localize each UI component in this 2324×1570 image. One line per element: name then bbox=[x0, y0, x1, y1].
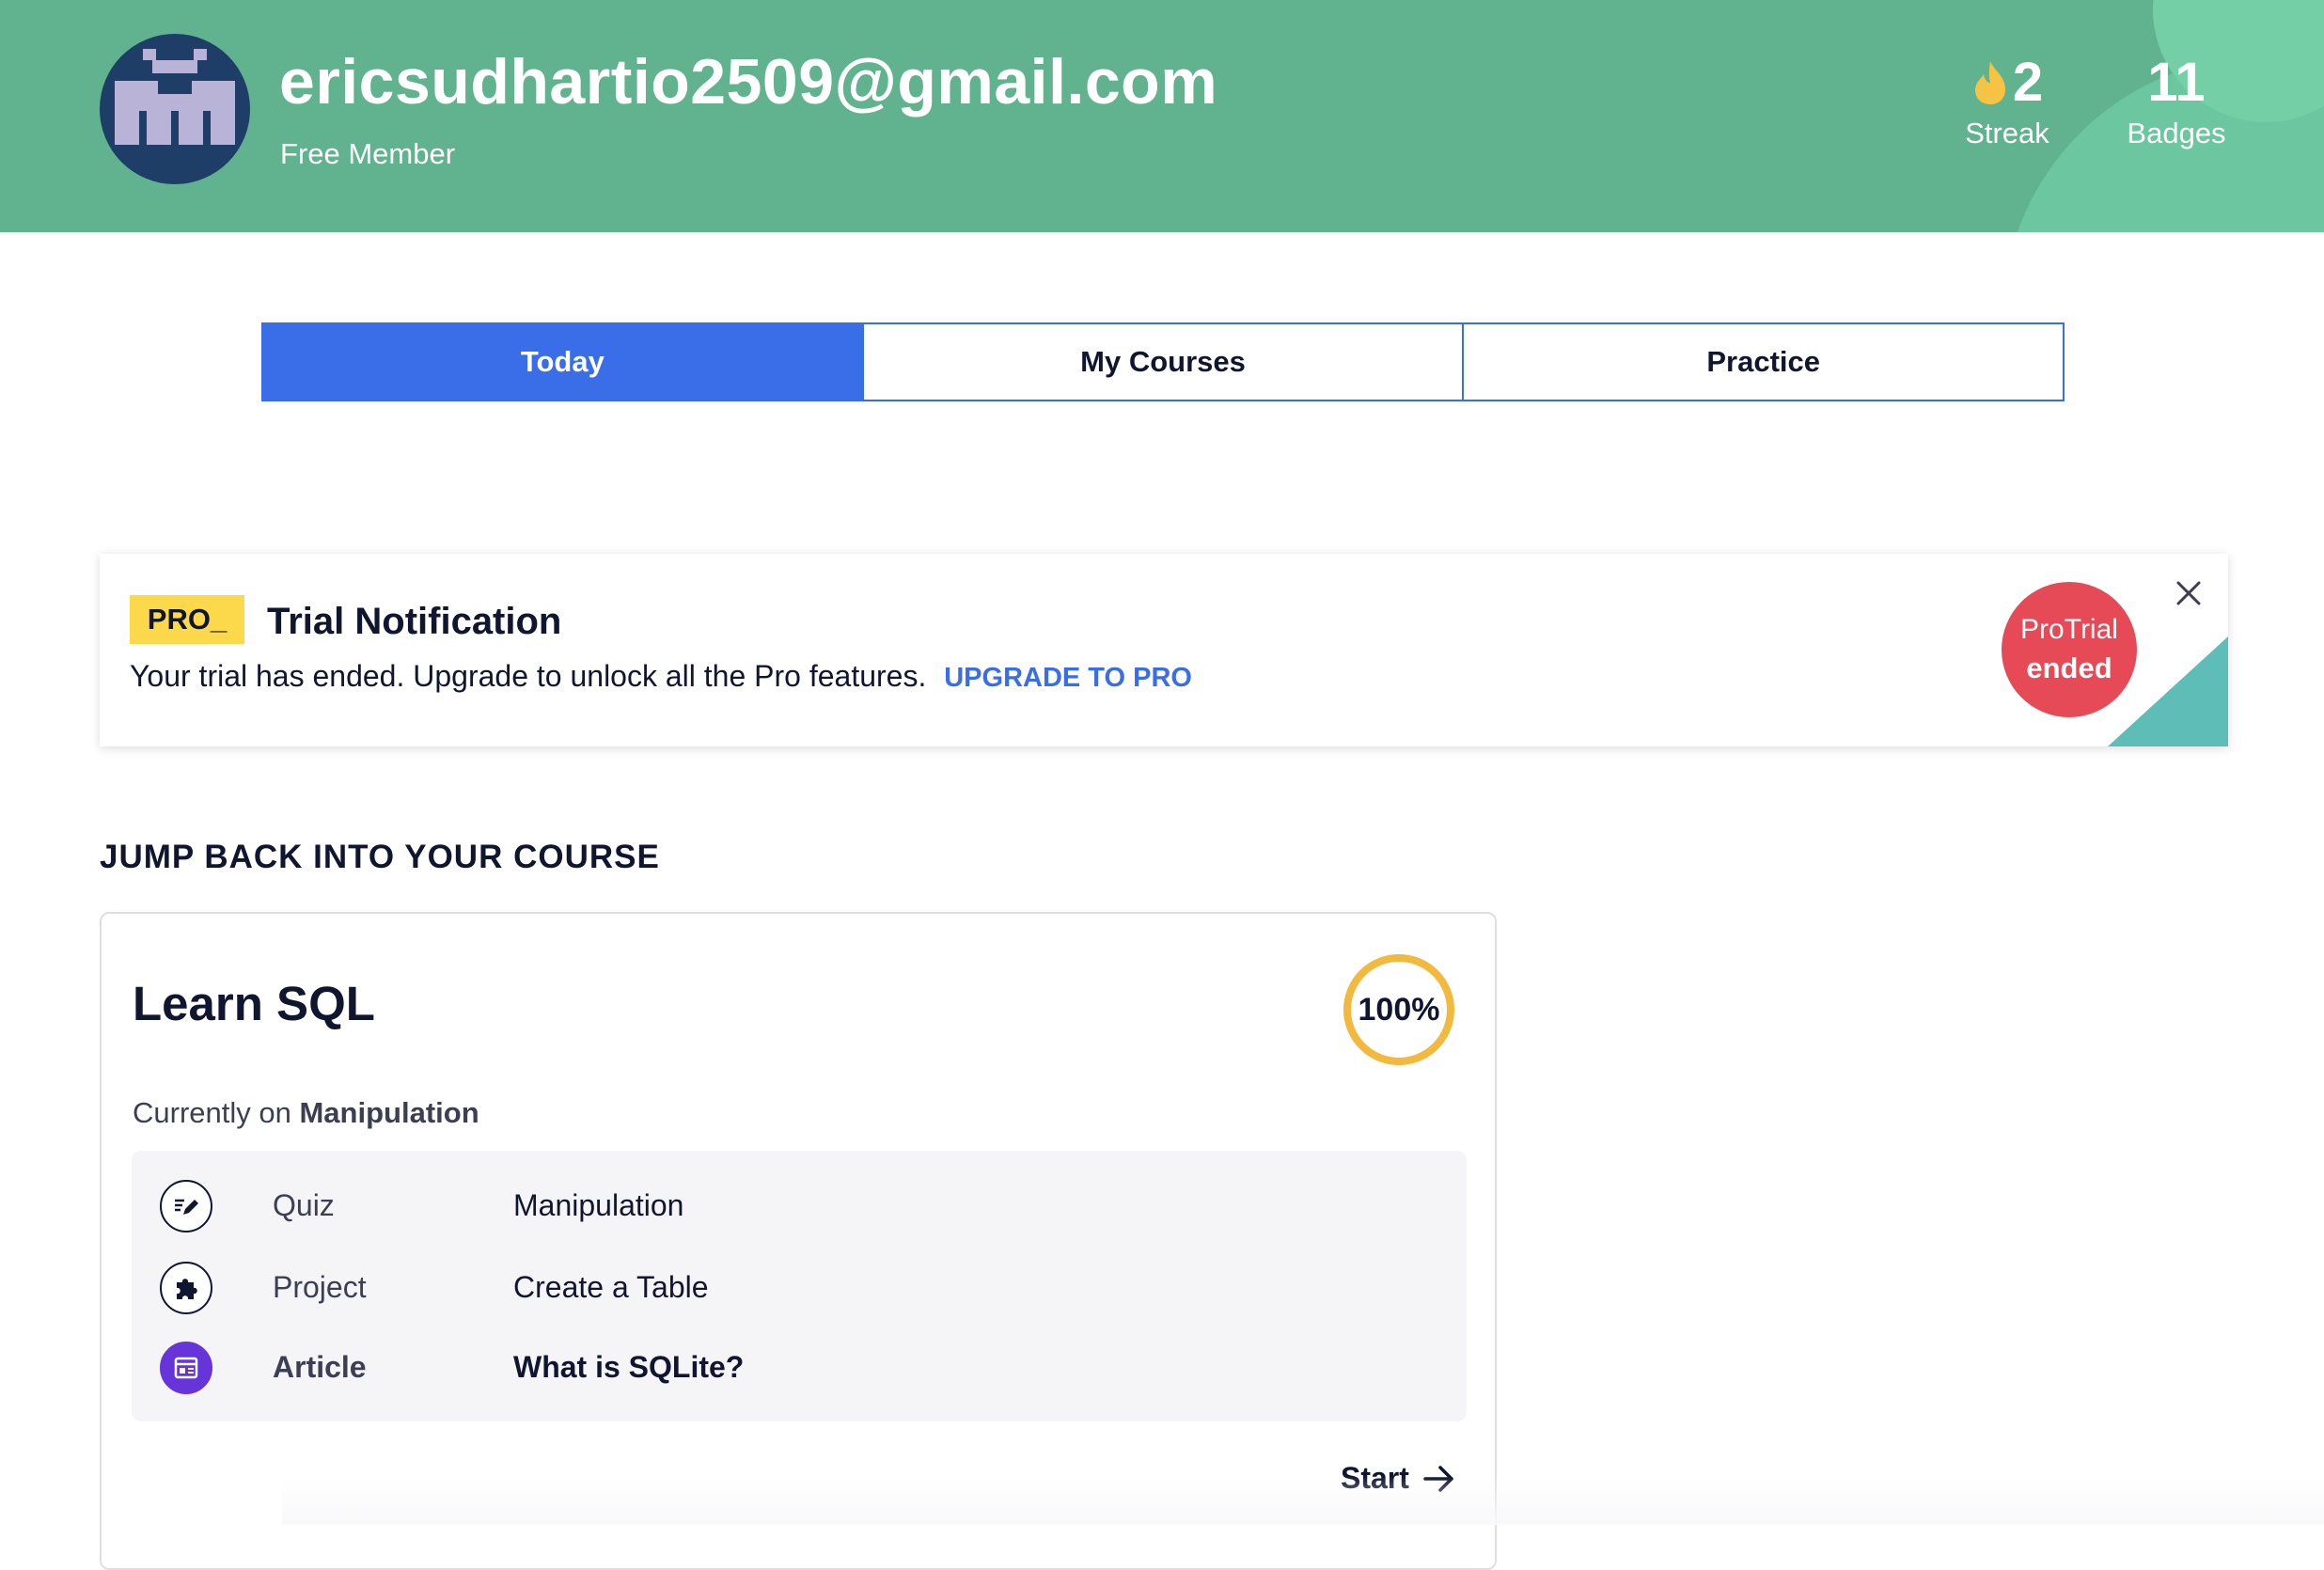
section-heading: JUMP BACK INTO YOUR COURSE bbox=[100, 839, 660, 875]
list-item[interactable]: Quiz Manipulation bbox=[132, 1173, 1467, 1239]
tab-today[interactable]: Today bbox=[263, 324, 862, 400]
flame-icon bbox=[1974, 61, 2005, 104]
item-name: Create a Table bbox=[513, 1270, 709, 1304]
item-type: Quiz bbox=[273, 1188, 335, 1222]
main-tabs: Today My Courses Practice bbox=[261, 322, 2065, 401]
item-type: Project bbox=[273, 1270, 367, 1304]
course-card[interactable]: Learn SQL 100% Currently on Manipulation… bbox=[100, 912, 1497, 1570]
streak-count: 2 bbox=[2012, 52, 2044, 113]
pixel-invader-avatar-icon bbox=[115, 49, 235, 145]
item-name: What is SQLite? bbox=[513, 1350, 745, 1384]
trial-status-badge: ProTrial ended bbox=[2002, 582, 2137, 717]
streak-stat[interactable]: 2 Streak bbox=[1955, 53, 2059, 150]
list-item[interactable]: Project Create a Table bbox=[132, 1255, 1467, 1321]
tab-practice[interactable]: Practice bbox=[1462, 324, 2064, 400]
notification-message-row: Your trial has ended. Upgrade to unlock … bbox=[130, 659, 1192, 694]
progress-percent: 100% bbox=[1358, 991, 1440, 1028]
badges-label: Badges bbox=[2127, 117, 2226, 149]
quiz-pencil-icon bbox=[160, 1180, 212, 1232]
user-email: ericsudhartio2509@gmail.com bbox=[279, 46, 1218, 118]
tab-my-courses[interactable]: My Courses bbox=[861, 324, 1463, 400]
arrow-right-icon bbox=[1423, 1465, 1453, 1492]
avatar[interactable] bbox=[100, 34, 250, 184]
badges-count: 11 bbox=[2147, 52, 2206, 113]
item-name: Manipulation bbox=[513, 1188, 684, 1222]
current-prefix: Currently on bbox=[133, 1096, 291, 1129]
puzzle-icon bbox=[160, 1262, 212, 1314]
pro-badge: PRO_ bbox=[130, 595, 244, 644]
current-module-name: Manipulation bbox=[299, 1096, 479, 1129]
start-label: Start bbox=[1341, 1461, 1409, 1495]
course-title: Learn SQL bbox=[133, 977, 375, 1030]
course-items-list: Quiz Manipulation Project Create a Table bbox=[132, 1151, 1467, 1421]
start-button[interactable]: Start bbox=[1341, 1461, 1456, 1496]
streak-label: Streak bbox=[1965, 117, 2049, 149]
article-icon bbox=[160, 1342, 212, 1394]
list-item[interactable]: Article What is SQLite? bbox=[132, 1335, 1467, 1401]
current-module: Currently on Manipulation bbox=[133, 1096, 479, 1130]
trial-status-line2: ended bbox=[2026, 652, 2112, 684]
notification-title: Trial Notification bbox=[267, 601, 562, 642]
trial-status-line1: ProTrial bbox=[2020, 614, 2118, 645]
item-type: Article bbox=[273, 1350, 367, 1384]
close-icon[interactable] bbox=[2170, 574, 2207, 612]
profile-header: ericsudhartio2509@gmail.com Free Member … bbox=[0, 0, 2324, 232]
notification-message: Your trial has ended. Upgrade to unlock … bbox=[130, 659, 927, 693]
trial-notification: PRO_ Trial Notification Your trial has e… bbox=[100, 554, 2228, 746]
membership-status: Free Member bbox=[280, 137, 456, 170]
badges-stat[interactable]: 11 Badges bbox=[2115, 53, 2238, 150]
upgrade-to-pro-link[interactable]: UPGRADE TO PRO bbox=[944, 663, 1192, 693]
